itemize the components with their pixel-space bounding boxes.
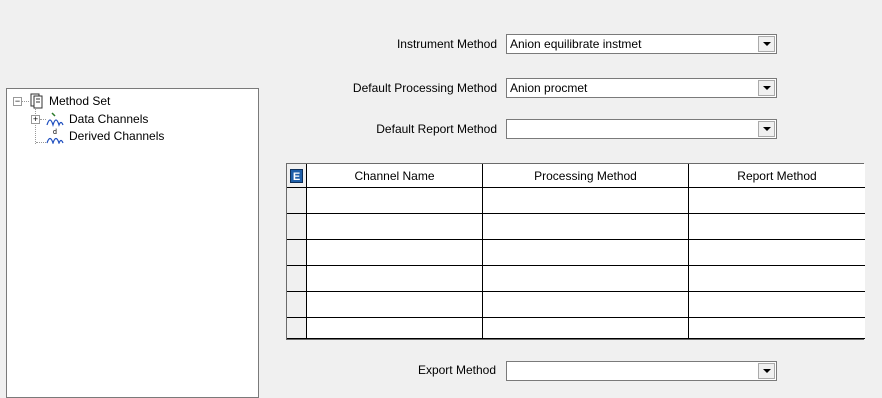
expand-icon[interactable]: +: [31, 115, 40, 124]
column-header-channel-name[interactable]: Channel Name: [307, 164, 483, 188]
cell-report-method[interactable]: [689, 188, 865, 214]
cell-channel-name[interactable]: [307, 240, 483, 266]
cell-processing-method[interactable]: [483, 240, 689, 266]
cell-processing-method[interactable]: [483, 188, 689, 214]
chevron-down-icon[interactable]: [758, 80, 775, 96]
collapse-icon[interactable]: −: [13, 97, 22, 106]
column-header-report-method[interactable]: Report Method: [689, 164, 865, 188]
cell-channel-name[interactable]: [307, 188, 483, 214]
row-header[interactable]: [287, 214, 307, 240]
row-header[interactable]: [287, 292, 307, 318]
column-header-processing-method[interactable]: Processing Method: [483, 164, 689, 188]
row-header[interactable]: [287, 188, 307, 214]
default-report-method-combo[interactable]: [506, 119, 777, 139]
export-method-label: Export Method: [417, 363, 496, 377]
row-header[interactable]: [287, 318, 307, 339]
grid-corner: E: [287, 164, 307, 188]
export-method-combo[interactable]: [506, 361, 777, 381]
edit-mode-icon: E: [290, 169, 303, 183]
chevron-down-icon[interactable]: [758, 121, 775, 137]
cell-processing-method[interactable]: [483, 292, 689, 318]
cell-processing-method[interactable]: [483, 214, 689, 240]
instrument-method-value: Anion equilibrate instmet: [510, 37, 642, 51]
tree-item-derived-channels[interactable]: d Derived Channels: [9, 128, 249, 144]
chevron-down-icon[interactable]: [758, 363, 775, 379]
cell-report-method[interactable]: [689, 240, 865, 266]
default-report-method-label: Default Report Method: [376, 122, 497, 136]
instrument-method-combo[interactable]: Anion equilibrate instmet: [506, 34, 777, 54]
cell-processing-method[interactable]: [483, 318, 689, 339]
cell-channel-name[interactable]: [307, 214, 483, 240]
cell-report-method[interactable]: [689, 292, 865, 318]
svg-text:d: d: [53, 129, 57, 136]
row-header[interactable]: [287, 266, 307, 292]
chevron-down-icon[interactable]: [758, 36, 775, 52]
cell-report-method[interactable]: [689, 266, 865, 292]
default-processing-method-combo[interactable]: Anion procmet: [506, 78, 777, 98]
cell-report-method[interactable]: [689, 318, 865, 339]
cell-report-method[interactable]: [689, 214, 865, 240]
method-set-icon: [30, 93, 43, 109]
cell-channel-name[interactable]: [307, 292, 483, 318]
data-channels-icon: [46, 112, 64, 127]
tree-item-label: Derived Channels: [69, 129, 165, 143]
default-processing-method-label: Default Processing Method: [352, 81, 497, 95]
tree-item-label: Method Set: [49, 94, 111, 108]
tree-item-data-channels[interactable]: + Data Channels: [9, 111, 249, 127]
cell-channel-name[interactable]: [307, 266, 483, 292]
cell-channel-name[interactable]: [307, 318, 483, 339]
instrument-method-label: Instrument Method: [396, 37, 497, 51]
cell-processing-method[interactable]: [483, 266, 689, 292]
tree-item-method-set[interactable]: − Method Set: [9, 93, 249, 109]
default-processing-method-value: Anion procmet: [510, 81, 588, 95]
derived-channels-icon: d: [46, 129, 64, 144]
channel-methods-grid[interactable]: E Channel Name Processing Method Report …: [286, 163, 865, 340]
tree-item-label: Data Channels: [69, 112, 149, 126]
method-tree-panel[interactable]: − Method Set + Data Channels d Derived C…: [6, 88, 259, 398]
row-header[interactable]: [287, 240, 307, 266]
